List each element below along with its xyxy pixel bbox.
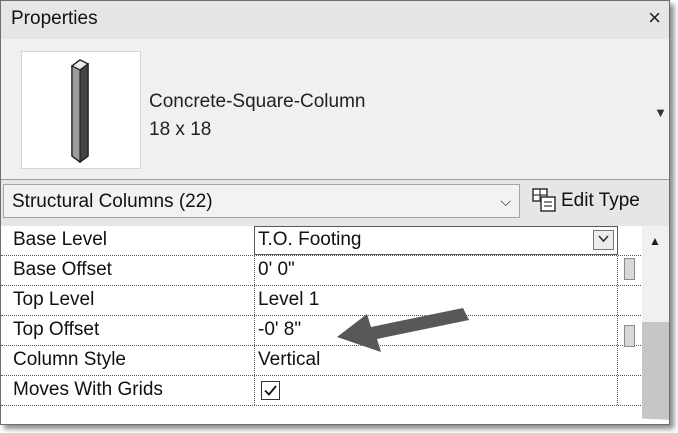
edit-type-icon (531, 187, 557, 218)
annotation-arrow-icon (337, 308, 469, 352)
type-family-name: Concrete-Square-Column (149, 91, 366, 112)
scroll-up-icon[interactable]: ▲ (649, 234, 661, 248)
type-size-label: 18 x 18 (149, 119, 212, 140)
filter-row: Structural Columns (22) ⌵ Edit Type (1, 180, 669, 226)
properties-grid: Base Level T.O. Footing Base Offset 0' 0… (1, 226, 669, 424)
category-filter-dropdown[interactable]: Structural Columns (22) ⌵ (3, 184, 520, 218)
category-filter-label: Structural Columns (22) (12, 191, 213, 212)
type-dropdown-icon[interactable]: ▼ (654, 105, 667, 120)
panel-title: Properties (11, 8, 98, 29)
edit-type-label: Edit Type (561, 190, 640, 211)
type-selector[interactable]: Concrete-Square-Column 18 x 18 ▼ (1, 39, 669, 180)
column-thumbnail-icon (21, 51, 141, 169)
vertical-scrollbar[interactable]: ▲ (642, 226, 669, 424)
torn-edge (1, 417, 669, 424)
close-icon[interactable]: × (648, 5, 661, 31)
properties-palette: Properties × Concrete-Square-Column 18 x… (0, 0, 670, 425)
title-bar[interactable]: Properties × (1, 1, 669, 40)
chevron-down-icon: ⌵ (500, 193, 511, 209)
